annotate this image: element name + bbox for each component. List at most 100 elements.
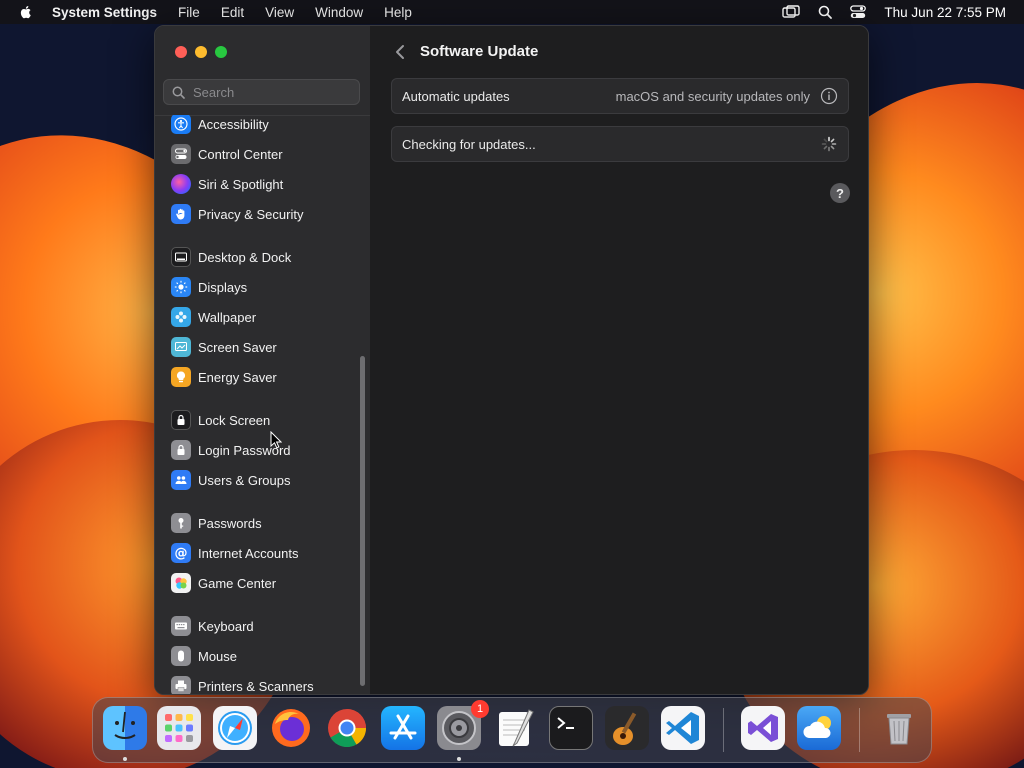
app-store-icon[interactable]: [381, 706, 425, 750]
menu-view[interactable]: View: [265, 5, 294, 20]
sidebar-item-printers-scanners[interactable]: Printers & Scanners: [171, 674, 314, 694]
dock-icon: [171, 247, 191, 267]
finder-running-indicator: [123, 757, 127, 761]
sidebar-item-label: Lock Screen: [198, 412, 271, 428]
sidebar-item-label: Control Center: [198, 146, 283, 162]
garageband-icon[interactable]: [605, 706, 649, 750]
sidebar-item-label: Printers & Scanners: [198, 678, 314, 694]
printer-icon: [171, 676, 191, 694]
lock-icon: [171, 410, 191, 430]
vscode-icon[interactable]: [661, 706, 705, 750]
sidebar-item-label: Privacy & Security: [198, 206, 304, 222]
sidebar-item-screen-saver[interactable]: Screen Saver: [171, 335, 277, 359]
sidebar-item-wallpaper[interactable]: Wallpaper: [171, 305, 256, 329]
sidebar-item-label: Passwords: [198, 515, 262, 531]
menu-help[interactable]: Help: [384, 5, 412, 20]
window-controls: [175, 46, 227, 58]
notification-badge: 1: [471, 700, 489, 718]
sidebar-item-label: Wallpaper: [198, 309, 257, 325]
page-title: Software Update: [420, 43, 539, 60]
close-button[interactable]: [175, 46, 187, 58]
system-settings-dock-icon[interactable]: 1: [437, 700, 489, 750]
info-icon[interactable]: [820, 87, 838, 105]
key-icon: [171, 513, 191, 533]
sidebar-item-passwords[interactable]: Passwords: [171, 511, 262, 535]
search-input[interactable]: [191, 83, 345, 101]
sidebar-item-keyboard[interactable]: Keyboard: [171, 614, 254, 638]
automatic-updates-label: Automatic updates: [402, 88, 510, 104]
dock-separator: [859, 708, 860, 752]
sidebar-item-game-center[interactable]: Game Center: [171, 571, 276, 595]
sidebar-item-internet-accounts[interactable]: @ Internet Accounts: [171, 541, 298, 565]
screen-saver-icon: [171, 337, 191, 357]
help-button[interactable]: ?: [830, 183, 850, 203]
sidebar: Accessibility Control Center Siri & Spot…: [155, 26, 371, 694]
screen-mirroring-icon[interactable]: [782, 5, 801, 19]
sidebar-item-label: Siri & Spotlight: [198, 176, 284, 192]
automatic-updates-row[interactable]: Automatic updates macOS and security upd…: [391, 78, 849, 114]
weather-icon[interactable]: [797, 706, 841, 750]
finder-icon[interactable]: [103, 706, 147, 750]
terminal-icon[interactable]: [549, 706, 593, 750]
menu-app-name[interactable]: System Settings: [52, 5, 157, 20]
sidebar-item-mouse[interactable]: Mouse: [171, 644, 237, 668]
sidebar-list: Accessibility Control Center Siri & Spot…: [155, 115, 360, 694]
hand-icon: [171, 204, 191, 224]
mouse-cursor-icon: [270, 431, 282, 449]
sidebar-item-lock-screen[interactable]: Lock Screen: [171, 408, 270, 432]
search-icon: [172, 86, 185, 99]
minimize-button[interactable]: [195, 46, 207, 58]
back-chevron-icon[interactable]: [392, 43, 408, 61]
sidebar-search[interactable]: [163, 79, 360, 105]
users-icon: [171, 470, 191, 490]
sidebar-item-accessibility[interactable]: Accessibility: [171, 115, 269, 136]
sidebar-item-siri-spotlight[interactable]: Siri & Spotlight: [171, 172, 283, 196]
accessibility-icon: [171, 115, 191, 134]
sidebar-item-displays[interactable]: Displays: [171, 275, 247, 299]
sidebar-item-label: Internet Accounts: [198, 545, 299, 561]
wallpaper-icon: [171, 307, 191, 327]
menu-file[interactable]: File: [178, 5, 200, 20]
sidebar-item-users-groups[interactable]: Users & Groups: [171, 468, 290, 492]
textedit-icon[interactable]: [493, 706, 537, 750]
visual-studio-icon[interactable]: [741, 706, 785, 750]
sidebar-item-label: Energy Saver: [198, 369, 277, 385]
software-update-pane: Software Update Automatic updates macOS …: [370, 26, 868, 694]
zoom-button[interactable]: [215, 46, 227, 58]
menubar-clock[interactable]: Thu Jun 22 7:55 PM: [884, 5, 1006, 20]
spotlight-search-icon[interactable]: [818, 5, 833, 19]
game-center-icon: [171, 573, 191, 593]
control-center-icon[interactable]: [850, 5, 867, 19]
dock: 1: [92, 697, 932, 763]
sidebar-item-label: Mouse: [198, 648, 238, 664]
at-icon: @: [171, 543, 191, 563]
sidebar-item-control-center[interactable]: Control Center: [171, 142, 283, 166]
sidebar-item-label: Displays: [198, 279, 248, 295]
sidebar-item-label: Accessibility: [198, 116, 269, 132]
checking-updates-row: Checking for updates...: [391, 126, 849, 162]
sidebar-item-label: Game Center: [198, 575, 277, 591]
trash-icon[interactable]: [877, 706, 921, 750]
sidebar-item-energy-saver[interactable]: Energy Saver: [171, 365, 277, 389]
menu-window[interactable]: Window: [315, 5, 363, 20]
siri-icon: [171, 174, 191, 194]
automatic-updates-value: macOS and security updates only: [615, 88, 810, 104]
safari-icon[interactable]: [213, 706, 257, 750]
system-settings-window: Accessibility Control Center Siri & Spot…: [154, 25, 869, 695]
mouse-icon: [171, 646, 191, 666]
bulb-icon: [171, 367, 191, 387]
keyboard-icon: [171, 616, 191, 636]
menu-bar: System Settings File Edit View Window He…: [0, 0, 1024, 24]
launchpad-icon[interactable]: [157, 706, 201, 750]
sidebar-item-label: Desktop & Dock: [198, 249, 292, 265]
sidebar-item-desktop-dock[interactable]: Desktop & Dock: [171, 245, 291, 269]
chrome-icon[interactable]: [325, 706, 369, 750]
lock-icon: [171, 440, 191, 460]
sidebar-scrollbar[interactable]: [360, 356, 365, 686]
sidebar-item-label: Keyboard: [198, 618, 254, 634]
spinner-icon: [821, 136, 837, 152]
menu-edit[interactable]: Edit: [221, 5, 244, 20]
firefox-icon[interactable]: [269, 706, 313, 750]
apple-menu-icon[interactable]: [18, 4, 34, 20]
sidebar-item-privacy-security[interactable]: Privacy & Security: [171, 202, 303, 226]
